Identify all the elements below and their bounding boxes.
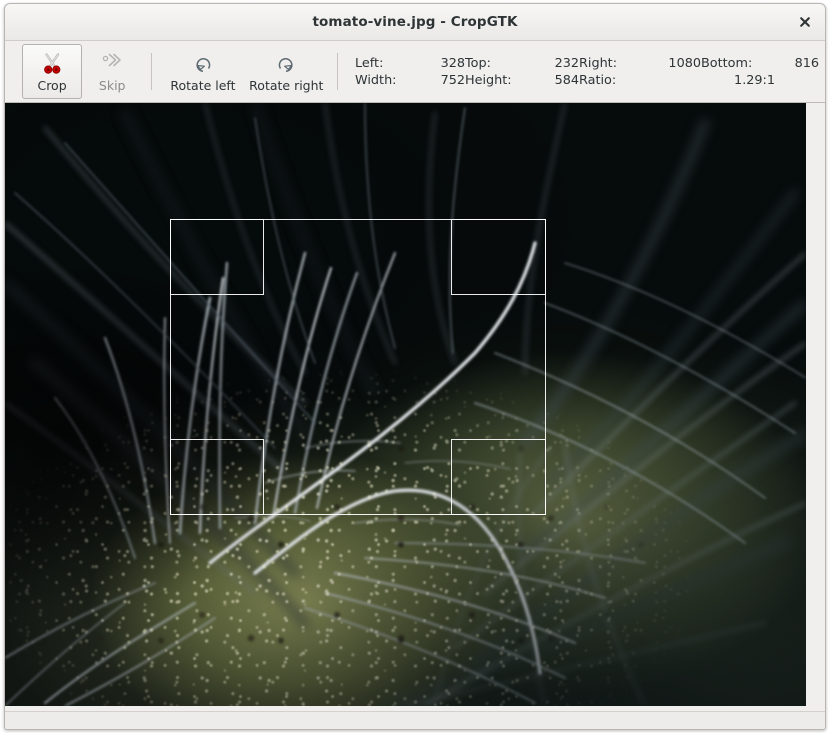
status-bar [5,711,825,729]
image-canvas-area[interactable] [5,103,825,711]
close-icon[interactable] [791,8,819,36]
title-bar[interactable]: tomato-vine.jpg - CropGTK [5,4,825,41]
info-spacer [775,72,819,89]
skip-forward-icon [100,50,125,76]
rotate-left-button[interactable]: Rotate left [161,44,244,99]
right-value: 1080 [668,55,701,71]
app-window: tomato-vine.jpg - CropGTK Crop Skip Rota… [4,3,826,730]
skip-button-label: Skip [98,78,126,93]
left-value: 328 [440,55,465,71]
bottom-label: Bottom: [701,55,753,71]
toolbar-separator-1 [151,53,153,90]
ratio-label: Ratio: [579,72,617,88]
rotate-right-button[interactable]: Rotate right [245,44,328,99]
toolbar: Crop Skip Rotate left Rotate right Left:… [5,41,825,103]
crop-button-label: Crop [37,78,67,93]
right-label: Right: [579,55,618,71]
skip-button[interactable]: Skip [82,44,142,99]
height-label: Height: [465,72,512,88]
rotate-left-icon [192,50,214,76]
photo-vignette [5,103,806,706]
bottom-value: 816 [794,55,819,71]
rotate-left-button-label: Rotate left [170,78,236,93]
crop-info-panel: Left: 328 Top: 232 Right: 1080 Bottom: 8… [347,41,819,102]
toolbar-separator-2 [337,53,338,90]
window-title: tomato-vine.jpg - CropGTK [312,14,518,30]
ratio-value: 1.29:1 [734,72,775,88]
top-value: 232 [554,55,579,71]
top-label: Top: [465,55,491,71]
width-label: Width: [355,72,397,88]
photo-image[interactable] [5,103,806,706]
left-label: Left: [355,55,384,71]
width-value: 752 [440,72,465,88]
rotate-right-button-label: Rotate right [249,78,324,93]
scissors-icon [40,50,65,76]
rotate-right-icon [275,50,297,76]
height-value: 584 [554,72,579,88]
crop-button[interactable]: Crop [22,44,83,99]
